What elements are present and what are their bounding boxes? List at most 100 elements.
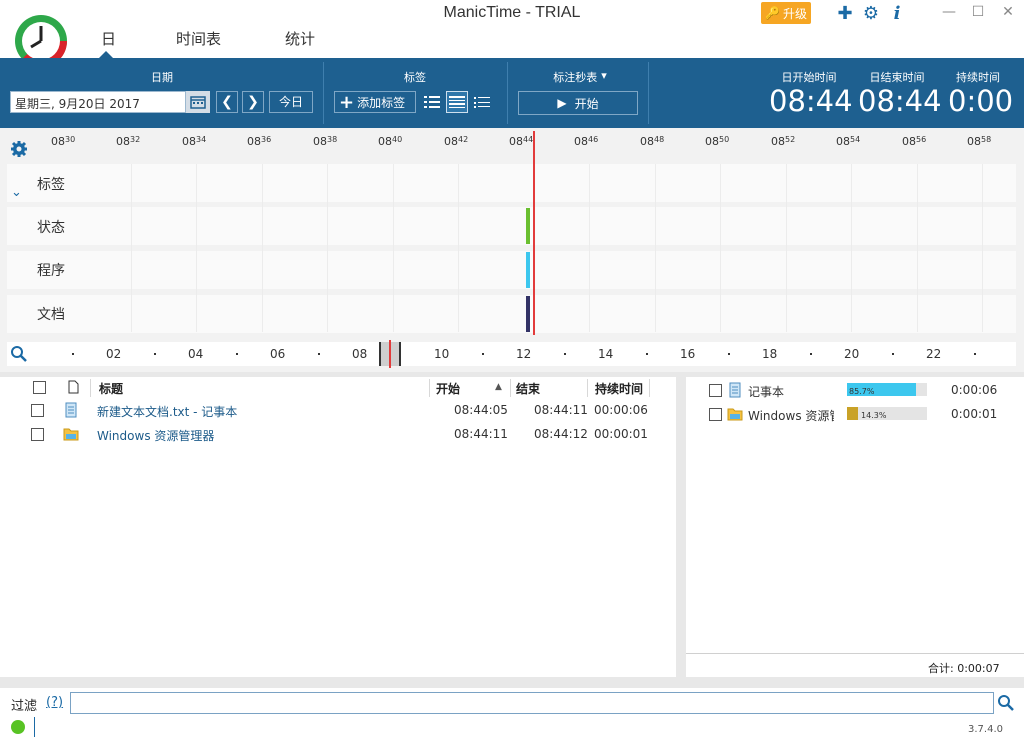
column-header-end[interactable]: 结束 xyxy=(516,380,540,397)
document-icon xyxy=(68,380,79,394)
app-duration: 0:00:01 xyxy=(951,407,998,421)
row-duration: 00:00:01 xyxy=(594,427,648,441)
chevron-down-icon[interactable]: ⌄ xyxy=(11,185,22,200)
add-tag-label: 添加标签 xyxy=(357,95,406,110)
column-divider xyxy=(510,379,511,397)
row-checkbox[interactable] xyxy=(31,404,44,417)
date-field[interactable]: 星期三, 9月20日 2017 xyxy=(10,91,186,113)
scale-label: 04 xyxy=(188,347,204,361)
tab-statistics[interactable]: 统计 xyxy=(285,28,315,49)
timeline-row-programs[interactable] xyxy=(7,251,1016,289)
notepad-icon xyxy=(729,382,741,398)
app-usage-fill: 85.7% xyxy=(847,383,916,396)
total-duration: 合计: 0:00:07 xyxy=(928,662,1000,675)
day-end-time: 08:44 xyxy=(858,84,942,118)
gear-icon[interactable] xyxy=(10,140,28,158)
scale-label: 16 xyxy=(680,347,696,361)
tick-label: 0856 xyxy=(902,135,927,148)
app-name: 记事本 xyxy=(748,385,785,399)
sort-ascending-icon: ▲ xyxy=(495,382,502,392)
grid-line xyxy=(655,164,656,332)
detail-view-button[interactable] xyxy=(446,91,468,113)
stopwatch-dropdown[interactable]: 标注秒表 ▾ xyxy=(540,69,620,85)
day-end-heading: 日结束时间 xyxy=(869,71,925,84)
row-title: 新建文本文档.txt - 记事本 xyxy=(97,405,238,419)
scale-dot xyxy=(728,353,730,355)
scale-dot xyxy=(72,353,74,355)
app-usage-fill: 14.3% xyxy=(847,407,886,420)
tick-label: 0830 xyxy=(51,135,76,148)
calendar-button[interactable] xyxy=(186,91,210,113)
list-view-button[interactable] xyxy=(421,91,443,113)
timeline-row-tags[interactable] xyxy=(7,164,1016,202)
next-day-button[interactable]: ❯ xyxy=(242,91,264,113)
row-label-programs: 程序 xyxy=(37,263,65,279)
scale-label: 18 xyxy=(762,347,778,361)
start-label: 开始 xyxy=(574,96,599,111)
tick-label: 0834 xyxy=(182,135,207,148)
toolbar-divider xyxy=(648,62,649,124)
row-end: 08:44:11 xyxy=(534,403,588,417)
day-start-time: 08:44 xyxy=(769,84,853,118)
app-usage-percent: 14.3% xyxy=(861,411,887,420)
upgrade-button[interactable]: 🔑 升级 xyxy=(761,2,811,24)
status-activity-bar[interactable] xyxy=(526,208,530,244)
key-icon: 🔑 xyxy=(765,6,780,20)
timeline-row-status[interactable] xyxy=(7,207,1016,245)
column-header-start[interactable]: 开始 xyxy=(436,380,460,397)
folder-icon xyxy=(727,408,743,421)
app-checkbox[interactable] xyxy=(709,384,722,397)
tick-label: 0848 xyxy=(640,135,665,148)
folder-icon xyxy=(63,428,79,441)
app-checkbox[interactable] xyxy=(709,408,722,421)
tick-label: 0844 xyxy=(509,135,534,148)
upgrade-label: 升级 xyxy=(782,6,807,21)
filter-input[interactable] xyxy=(70,692,994,714)
info-icon[interactable]: i xyxy=(887,3,907,24)
summary-divider xyxy=(686,653,1024,654)
app-usage-percent: 85.7% xyxy=(849,387,875,396)
current-time-line xyxy=(533,131,535,335)
timeline-row-documents[interactable] xyxy=(7,295,1016,333)
magnifier-icon[interactable] xyxy=(10,345,28,363)
scale-dot xyxy=(564,353,566,355)
puzzle-icon[interactable]: ✚ xyxy=(835,3,855,24)
tab-day[interactable]: 日 xyxy=(101,28,116,49)
minimize-button[interactable]: — xyxy=(934,4,964,24)
gear-icon[interactable]: ⚙ xyxy=(861,3,881,24)
tick-label: 0854 xyxy=(836,135,861,148)
row-title: Windows 资源管理器 xyxy=(97,429,215,443)
version-label: 3.7.4.0 xyxy=(968,724,1003,735)
column-divider xyxy=(587,379,588,397)
column-divider xyxy=(429,379,430,397)
grid-line xyxy=(917,164,918,332)
status-divider xyxy=(34,717,35,737)
today-button[interactable]: 今日 xyxy=(269,91,313,113)
tick-label: 0850 xyxy=(705,135,730,148)
scale-dot xyxy=(318,353,320,355)
maximize-button[interactable]: ☐ xyxy=(963,4,993,24)
document-activity-bar[interactable] xyxy=(526,296,530,332)
grid-line xyxy=(262,164,263,332)
grid-line xyxy=(393,164,394,332)
day-start-heading: 日开始时间 xyxy=(781,71,837,84)
column-header-duration[interactable]: 持续时间 xyxy=(595,380,643,397)
compact-view-button[interactable] xyxy=(471,91,493,113)
previous-day-button[interactable]: ❮ xyxy=(216,91,238,113)
scale-label: 10 xyxy=(434,347,450,361)
grid-line xyxy=(786,164,787,332)
start-stopwatch-button[interactable]: ▶ 开始 xyxy=(518,91,638,115)
column-header-title[interactable]: 标题 xyxy=(99,380,123,397)
filter-help-link[interactable]: (?) xyxy=(46,695,63,710)
day-duration: 0:00 xyxy=(948,84,1014,118)
tab-timesheet[interactable]: 时间表 xyxy=(176,28,221,49)
day-overview-scale[interactable] xyxy=(7,342,1016,366)
select-all-checkbox[interactable] xyxy=(33,381,46,394)
program-activity-bar[interactable] xyxy=(526,252,530,288)
search-icon[interactable] xyxy=(997,694,1015,712)
add-tag-button[interactable]: + 添加标签 xyxy=(334,91,416,113)
close-button[interactable]: ✕ xyxy=(993,4,1023,24)
tick-label: 0852 xyxy=(771,135,796,148)
toolbar-divider xyxy=(507,62,508,124)
row-checkbox[interactable] xyxy=(31,428,44,441)
